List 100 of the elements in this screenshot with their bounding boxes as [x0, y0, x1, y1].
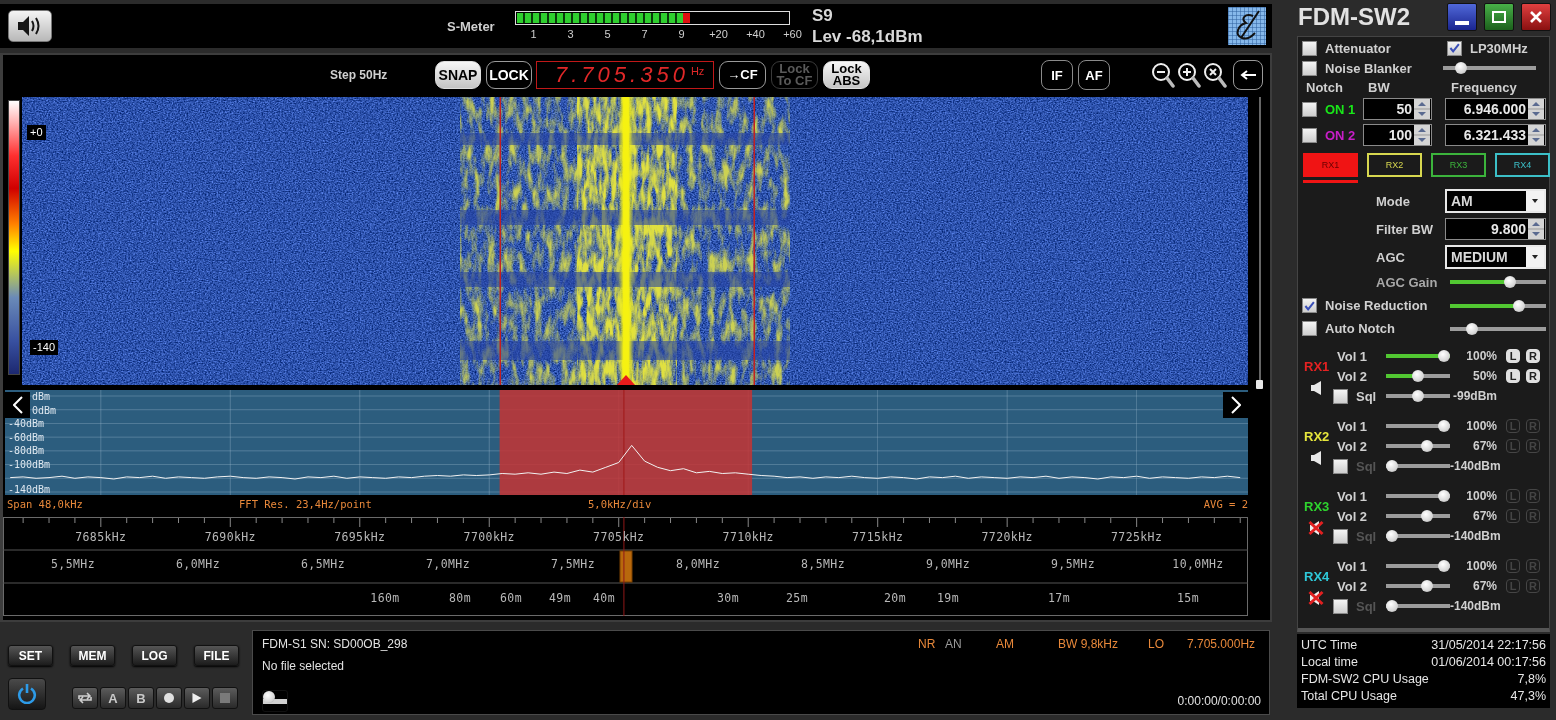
- scale-label: 49m: [549, 591, 571, 605]
- slider-thumb[interactable]: [1412, 370, 1424, 382]
- minimize-icon: [1455, 21, 1469, 25]
- slider-thumb[interactable]: [1503, 276, 1516, 288]
- checkbox[interactable]: [1302, 40, 1317, 56]
- dropdown[interactable]: AM: [1445, 189, 1546, 213]
- caret-icon[interactable]: [1526, 191, 1544, 211]
- scroll-right-button[interactable]: [1223, 392, 1248, 418]
- speaker-icon[interactable]: [1311, 381, 1321, 395]
- slider-thumb[interactable]: [1420, 440, 1433, 452]
- slider-thumb[interactable]: [1455, 62, 1468, 74]
- option-label: LP30MHz: [1470, 40, 1528, 56]
- spinner-icon[interactable]: [1528, 99, 1544, 119]
- slider-thumb[interactable]: [1438, 490, 1450, 502]
- spin-field[interactable]: 100: [1363, 124, 1432, 146]
- spinner-icon[interactable]: [1414, 99, 1430, 119]
- toggle-button[interactable]: Lock ABS: [823, 61, 870, 89]
- spinner-icon[interactable]: [1414, 125, 1430, 145]
- power-button[interactable]: [8, 678, 46, 710]
- checkbox[interactable]: [1333, 528, 1348, 544]
- speaker-button[interactable]: [8, 10, 52, 42]
- play-button[interactable]: [184, 687, 210, 709]
- view-button[interactable]: AF: [1078, 60, 1110, 90]
- toggle-button[interactable]: LOCK: [486, 61, 532, 89]
- spin-field[interactable]: 50: [1363, 98, 1432, 120]
- toggle-button[interactable]: →CF: [719, 61, 766, 89]
- pen-icon[interactable]: [1228, 7, 1266, 45]
- minimize-button[interactable]: [1447, 3, 1477, 31]
- scale-label: 7695kHz: [334, 530, 386, 544]
- scale-label: 6,0MHz: [176, 557, 220, 571]
- slider-thumb[interactable]: [263, 691, 275, 703]
- zoom-out-icon[interactable]: [1151, 62, 1175, 88]
- checkbox[interactable]: [1333, 598, 1348, 614]
- slider-thumb[interactable]: [1412, 390, 1424, 402]
- slider-thumb[interactable]: [1420, 580, 1433, 592]
- view-button[interactable]: IF: [1041, 60, 1073, 90]
- loop-button[interactable]: [72, 687, 98, 709]
- spin-field[interactable]: 9.800: [1445, 218, 1546, 240]
- checkmark-icon: [1449, 43, 1460, 53]
- menu-button[interactable]: FILE: [194, 645, 239, 666]
- scale-label: 7700kHz: [463, 530, 515, 544]
- menu-button[interactable]: MEM: [70, 645, 115, 666]
- level-label: -140dBm: [8, 483, 51, 495]
- key-button[interactable]: B: [128, 687, 154, 709]
- slider-thumb[interactable]: [1386, 460, 1398, 472]
- key-button[interactable]: A: [100, 687, 126, 709]
- slider-thumb[interactable]: [1438, 350, 1450, 362]
- slider-thumb[interactable]: [1438, 420, 1450, 432]
- speaker-icon[interactable]: [1311, 451, 1321, 465]
- vertical-scrollbar[interactable]: [1256, 97, 1263, 389]
- maximize-button[interactable]: [1484, 3, 1514, 31]
- checkbox[interactable]: [1302, 60, 1317, 76]
- receiver-label: RX4: [1304, 569, 1331, 585]
- volume-label: Vol 2: [1337, 508, 1369, 524]
- checkbox[interactable]: [1447, 40, 1462, 56]
- checkbox[interactable]: [1302, 127, 1317, 143]
- spectrum-info: FFT Res. 23,4Hz/point: [239, 497, 373, 511]
- slider-thumb[interactable]: [1513, 299, 1525, 312]
- close-button[interactable]: [1521, 3, 1551, 31]
- spinner-icon[interactable]: [1528, 125, 1544, 145]
- stop-button[interactable]: [212, 687, 238, 709]
- checkbox[interactable]: [1302, 298, 1317, 313]
- spin-field[interactable]: 6.946.000: [1445, 98, 1546, 120]
- spin-field[interactable]: 6.321.433: [1445, 124, 1546, 146]
- speaker-muted-icon[interactable]: [1308, 590, 1324, 606]
- menu-button[interactable]: LOG: [132, 645, 177, 666]
- receiver-tab[interactable]: RX3: [1431, 153, 1486, 177]
- slider-thumb[interactable]: [1386, 530, 1398, 542]
- scale-label: 80m: [449, 591, 471, 605]
- scrollbar-thumb[interactable]: [1256, 380, 1263, 389]
- zoom-in-icon[interactable]: [1177, 62, 1201, 88]
- checkbox[interactable]: [1333, 388, 1348, 404]
- info-label: Total CPU Usage: [1301, 688, 1397, 705]
- slider-thumb[interactable]: [1465, 322, 1478, 335]
- toggle-button[interactable]: SNAP: [435, 61, 481, 89]
- channel-button[interactable]: R: [1526, 369, 1540, 383]
- volume-label: Vol 1: [1337, 418, 1369, 434]
- caret-icon[interactable]: [1526, 247, 1544, 267]
- back-button[interactable]: [1233, 60, 1263, 90]
- receiver-tab[interactable]: RX2: [1367, 153, 1422, 177]
- receiver-tab[interactable]: RX4: [1495, 153, 1550, 177]
- slider-thumb[interactable]: [1438, 560, 1450, 572]
- channel-button[interactable]: R: [1526, 349, 1540, 363]
- slider-track[interactable]: [262, 690, 288, 712]
- dropdown[interactable]: MEDIUM: [1445, 245, 1546, 269]
- record-button[interactable]: [156, 687, 182, 709]
- checkbox[interactable]: [1302, 101, 1317, 117]
- channel-button[interactable]: L: [1506, 349, 1520, 363]
- zoom-reset-icon[interactable]: [1203, 62, 1227, 88]
- channel-button[interactable]: L: [1506, 369, 1520, 383]
- arrow-left-icon: [1240, 70, 1256, 80]
- slider-thumb[interactable]: [1386, 600, 1398, 612]
- checkbox[interactable]: [1333, 458, 1348, 474]
- spinner-icon[interactable]: [1528, 219, 1544, 239]
- scale-label: 17m: [1048, 591, 1070, 605]
- menu-button[interactable]: SET: [8, 645, 53, 666]
- checkbox[interactable]: [1302, 321, 1317, 336]
- speaker-muted-icon[interactable]: [1308, 520, 1324, 536]
- scroll-left-button[interactable]: [5, 392, 30, 418]
- slider-thumb[interactable]: [1420, 510, 1433, 522]
